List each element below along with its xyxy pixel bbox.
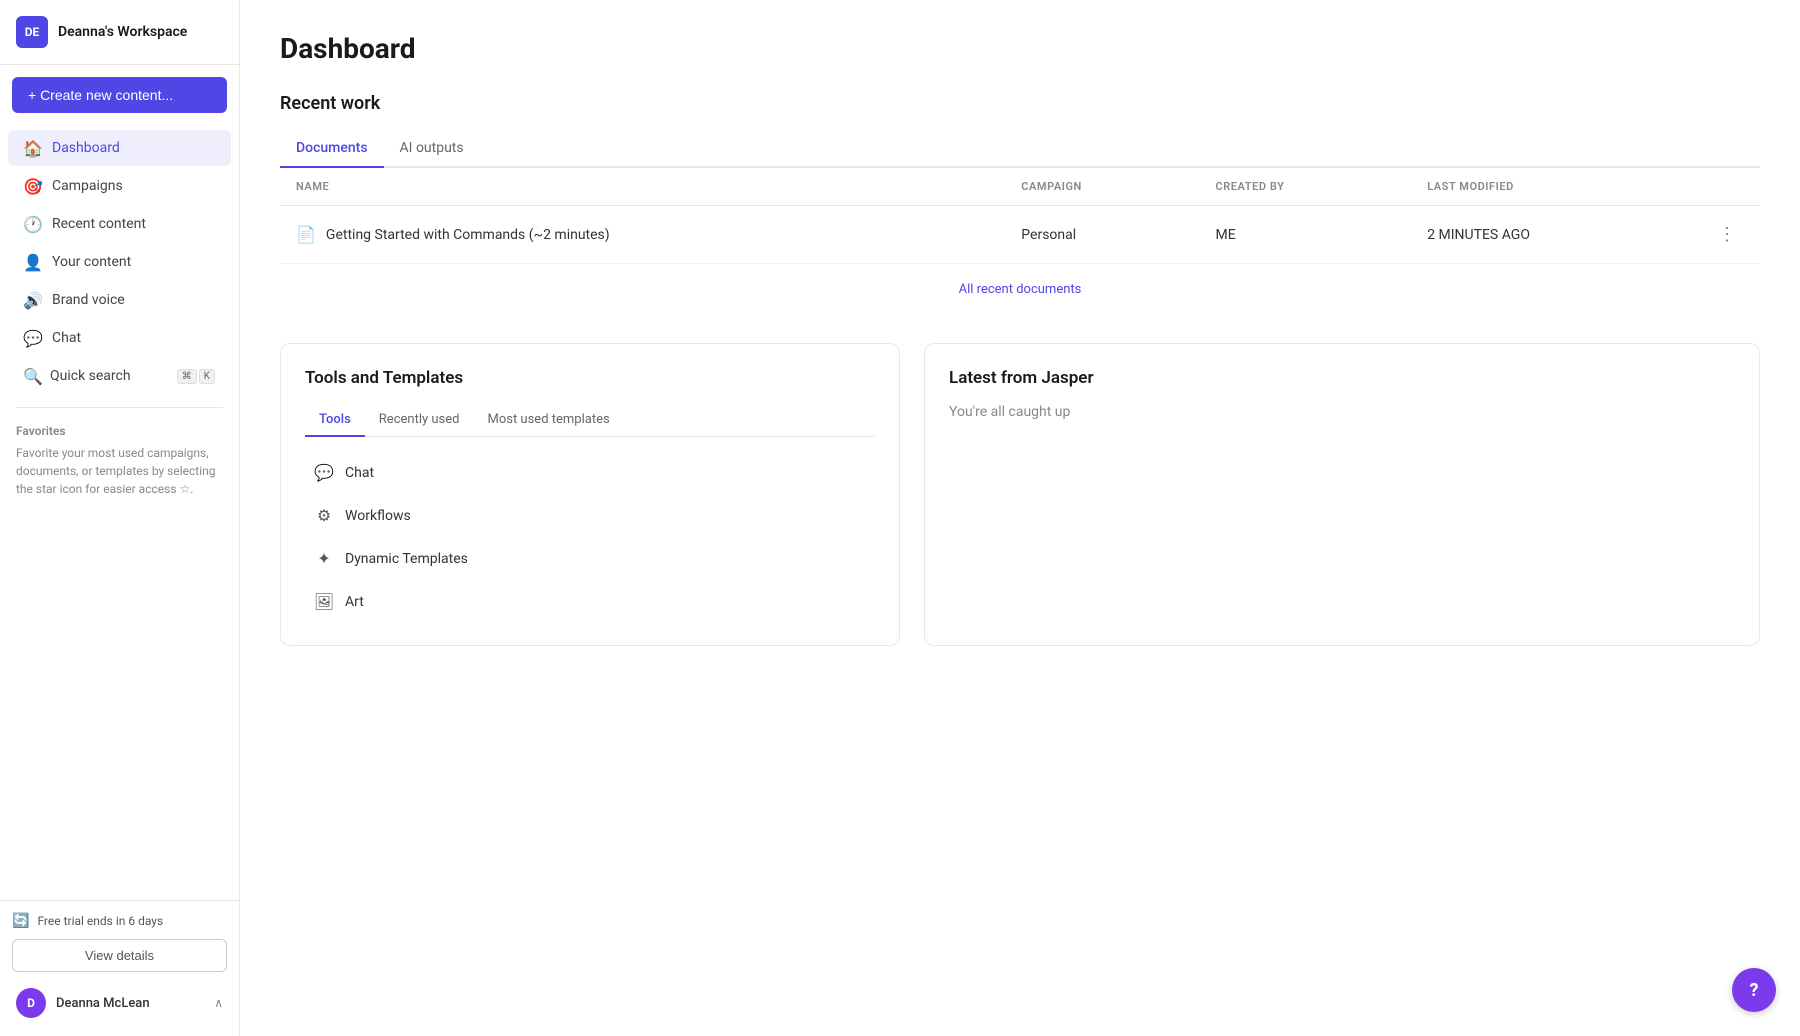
- favorites-title: Favorites: [16, 424, 223, 438]
- tools-tabs: Tools Recently used Most used templates: [305, 404, 875, 437]
- col-campaign: CAMPAIGN: [1005, 168, 1199, 206]
- chevron-up-icon: ∧: [214, 996, 223, 1010]
- doc-campaign: Personal: [1005, 206, 1199, 264]
- recent-content-icon: 🕐: [24, 215, 42, 233]
- doc-icon: 📄: [296, 225, 316, 244]
- tool-workflows-icon: ⚙: [313, 506, 335, 525]
- sidebar-item-brand-voice[interactable]: 🔊 Brand voice: [8, 282, 231, 318]
- quick-search-icon: 🔍: [24, 367, 42, 385]
- tab-ai-outputs[interactable]: AI outputs: [384, 130, 480, 168]
- more-actions-button[interactable]: ⋮: [1710, 220, 1744, 249]
- all-recent-anchor[interactable]: All recent documents: [959, 282, 1082, 297]
- jasper-card-title: Latest from Jasper: [949, 368, 1735, 388]
- tool-item-label: Workflows: [345, 508, 411, 524]
- workspace-name: Deanna's Workspace: [58, 24, 187, 40]
- sidebar-item-label: Brand voice: [52, 292, 125, 308]
- all-recent-link: All recent documents: [280, 264, 1760, 311]
- tool-dynamic-icon: ✦: [313, 549, 335, 568]
- campaigns-icon: 🎯: [24, 177, 42, 195]
- tools-jasper-section: Tools and Templates Tools Recently used …: [280, 343, 1760, 646]
- tool-item-workflows[interactable]: ⚙ Workflows: [305, 496, 875, 535]
- col-actions: [1694, 168, 1760, 206]
- sidebar-item-label: Your content: [52, 254, 131, 270]
- recent-work-section: Recent work Documents AI outputs NAME CA…: [280, 93, 1760, 311]
- help-button[interactable]: ?: [1732, 968, 1776, 1012]
- tools-card-title: Tools and Templates: [305, 368, 875, 388]
- tool-list: 💬 Chat ⚙ Workflows ✦ Dynamic Templates 🖼…: [305, 453, 875, 621]
- tab-most-used[interactable]: Most used templates: [473, 404, 623, 437]
- dashboard-icon: 🏠: [24, 139, 42, 157]
- tool-item-chat[interactable]: 💬 Chat: [305, 453, 875, 492]
- your-content-icon: 👤: [24, 253, 42, 271]
- col-created-by: CREATED BY: [1200, 168, 1412, 206]
- sidebar-item-label: Quick search: [50, 368, 131, 384]
- tool-item-label: Art: [345, 594, 364, 610]
- user-avatar: D: [16, 988, 46, 1018]
- main-nav: 🏠 Dashboard 🎯 Campaigns 🕐 Recent content…: [0, 125, 239, 399]
- tool-item-label: Chat: [345, 465, 374, 481]
- nav-separator: [16, 407, 223, 408]
- trial-text: Free trial ends in 6 days: [37, 914, 163, 928]
- favorites-section: Favorites Favorite your most used campai…: [0, 416, 239, 506]
- favorites-desc: Favorite your most used campaigns, docum…: [16, 444, 223, 498]
- documents-table: NAME CAMPAIGN CREATED BY LAST MODIFIED 📄…: [280, 168, 1760, 264]
- workspace-avatar: DE: [16, 16, 48, 48]
- sidebar-item-label: Recent content: [52, 216, 146, 232]
- doc-more-actions[interactable]: ⋮: [1694, 206, 1760, 264]
- recent-work-title: Recent work: [280, 93, 1760, 114]
- view-details-button[interactable]: View details: [12, 939, 227, 972]
- trial-banner: 🔄 Free trial ends in 6 days: [12, 913, 227, 929]
- tools-card: Tools and Templates Tools Recently used …: [280, 343, 900, 646]
- doc-name-cell: 📄 Getting Started with Commands (~2 minu…: [280, 206, 1005, 264]
- tool-art-icon: 🖼: [313, 592, 335, 611]
- workspace-header[interactable]: DE Deanna's Workspace: [0, 0, 239, 65]
- tool-item-art[interactable]: 🖼 Art: [305, 582, 875, 621]
- col-last-modified: LAST MODIFIED: [1411, 168, 1694, 206]
- doc-last-modified: 2 MINUTES AGO: [1411, 206, 1694, 264]
- brand-voice-icon: 🔊: [24, 291, 42, 309]
- jasper-subtitle: You're all caught up: [949, 404, 1735, 420]
- tool-chat-icon: 💬: [313, 463, 335, 482]
- sidebar-item-recent-content[interactable]: 🕐 Recent content: [8, 206, 231, 242]
- sidebar-item-campaigns[interactable]: 🎯 Campaigns: [8, 168, 231, 204]
- col-name: NAME: [280, 168, 1005, 206]
- sidebar: DE Deanna's Workspace + Create new conte…: [0, 0, 240, 1036]
- tool-item-dynamic-templates[interactable]: ✦ Dynamic Templates: [305, 539, 875, 578]
- sidebar-item-dashboard[interactable]: 🏠 Dashboard: [8, 130, 231, 166]
- table-row[interactable]: 📄 Getting Started with Commands (~2 minu…: [280, 206, 1760, 264]
- tab-tools[interactable]: Tools: [305, 404, 365, 437]
- user-row[interactable]: D Deanna McLean ∧: [12, 982, 227, 1024]
- shortcut-label: ⌘K: [177, 369, 215, 384]
- sidebar-item-your-content[interactable]: 👤 Your content: [8, 244, 231, 280]
- tool-item-label: Dynamic Templates: [345, 551, 468, 567]
- doc-name: Getting Started with Commands (~2 minute…: [326, 227, 610, 243]
- sidebar-item-chat[interactable]: 💬 Chat: [8, 320, 231, 356]
- sidebar-item-label: Campaigns: [52, 178, 123, 194]
- doc-created-by: ME: [1200, 206, 1412, 264]
- recent-work-tabs: Documents AI outputs: [280, 130, 1760, 168]
- sidebar-item-label: Chat: [52, 330, 81, 346]
- trial-icon: 🔄: [12, 913, 29, 929]
- chat-icon: 💬: [24, 329, 42, 347]
- sidebar-item-label: Dashboard: [52, 140, 120, 156]
- jasper-card: Latest from Jasper You're all caught up: [924, 343, 1760, 646]
- main-content: Dashboard Recent work Documents AI outpu…: [240, 0, 1800, 1036]
- page-title: Dashboard: [280, 32, 1760, 65]
- tab-recently-used[interactable]: Recently used: [365, 404, 474, 437]
- sidebar-bottom: 🔄 Free trial ends in 6 days View details…: [0, 900, 239, 1036]
- create-button[interactable]: + Create new content...: [12, 77, 227, 113]
- user-name: Deanna McLean: [56, 996, 204, 1011]
- sidebar-item-quick-search[interactable]: 🔍 Quick search ⌘K: [8, 358, 231, 394]
- tab-documents[interactable]: Documents: [280, 130, 384, 168]
